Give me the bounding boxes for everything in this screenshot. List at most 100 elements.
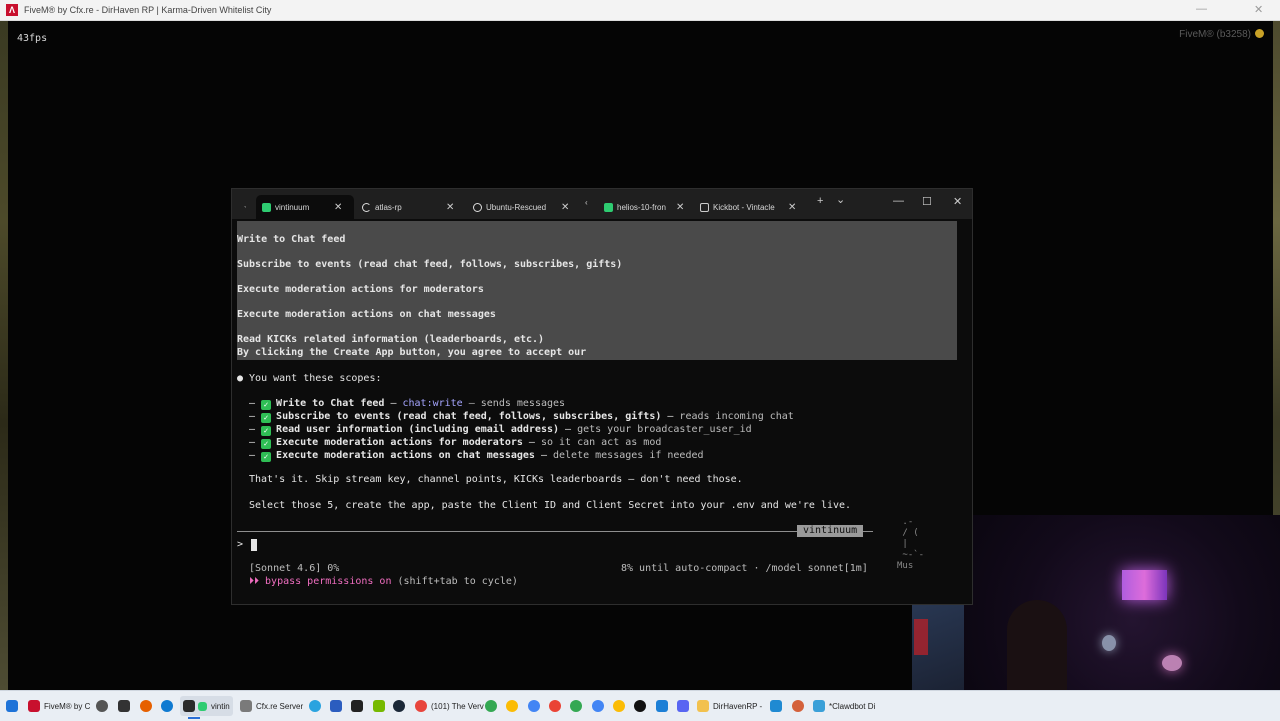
final-line: Select those 5, create the app, paste th… — [249, 500, 852, 511]
taskbar-item-cfx[interactable]: Cfx.re Server — [240, 696, 303, 716]
bypass-status[interactable]: ⏵⏵ bypass permissions on (shift+tab to c… — [249, 576, 518, 588]
taskbar-item-vscode[interactable] — [770, 696, 782, 716]
taskbar-label: *Clawdbot Di — [829, 701, 876, 711]
webcam-pc-glow — [1122, 570, 1167, 600]
taskbar-item-chrome[interactable] — [613, 696, 625, 716]
tab-divider-icon: ‹ — [585, 198, 588, 207]
chrome-icon — [570, 700, 582, 712]
terminal-window[interactable]: ˎ vintinuum ✕ atlas-rp ✕ Ubuntu-Rescued … — [231, 188, 973, 605]
scope-name: Read user information (including email a… — [276, 424, 560, 435]
scope-name: Subscribe to events (read chat feed, fol… — [276, 411, 662, 422]
tab-vintinuum[interactable]: vintinuum ✕ — [256, 195, 354, 219]
checkmark-icon: ✓ — [261, 426, 272, 436]
taskbar-item-chrome[interactable] — [528, 696, 540, 716]
taskbar-item-fivem[interactable]: FiveM® by C — [28, 696, 90, 716]
fps-counter: 43fps — [17, 33, 48, 44]
taskbar-item-chrome[interactable] — [485, 696, 497, 716]
scope-sep: — — [661, 411, 680, 422]
taskbar-item-chrome[interactable] — [549, 696, 561, 716]
settings-icon — [96, 700, 108, 712]
close-icon[interactable]: ✕ — [953, 195, 962, 208]
browser-icon — [140, 700, 152, 712]
taskbar-item-chrome[interactable] — [570, 696, 582, 716]
skip-line: That's it. Skip stream key, channel poin… — [249, 474, 743, 485]
taskbar-item-terminal[interactable]: vintin — [180, 696, 233, 719]
minimize-icon[interactable]: — — [1196, 3, 1207, 15]
taskbar-item-steam[interactable] — [393, 696, 405, 716]
tab-atlas-rp[interactable]: atlas-rp ✕ — [362, 195, 462, 219]
tab-helios[interactable]: helios-10-fron ✕ — [604, 195, 704, 219]
prompt-input[interactable] — [251, 539, 257, 551]
scope-desc: reads incoming chat — [679, 411, 794, 422]
gamepad-icon — [118, 700, 130, 712]
cfx-icon — [240, 700, 252, 712]
taskbar-item-chrome-verve[interactable]: (101) The Verv — [415, 696, 484, 716]
close-icon[interactable]: ✕ — [676, 202, 684, 213]
taskbar-item-openai[interactable] — [634, 696, 646, 716]
webcam-tv — [914, 619, 928, 655]
taskbar-item-chrome[interactable] — [592, 696, 604, 716]
tab-scroll-icon[interactable]: ˎ — [244, 199, 247, 208]
scope-item: – ✓ Write to Chat feed — chat:write — sen… — [249, 398, 566, 410]
scope-desc: delete messages if needed — [553, 450, 704, 461]
checkmark-icon: ✓ — [261, 439, 272, 449]
taskbar-item-browser[interactable] — [140, 696, 152, 716]
taskbar-item-chrome[interactable] — [506, 696, 518, 716]
taskbar-item-notepad[interactable]: *Clawdbot Di — [813, 696, 875, 716]
taskbar-label: vintin — [211, 701, 230, 711]
scope-sep: — — [522, 437, 541, 448]
taskbar-item-claude[interactable] — [792, 696, 804, 716]
start-button[interactable] — [6, 696, 18, 716]
taskbar-item-app[interactable] — [330, 696, 342, 716]
taskbar-item-edge[interactable] — [161, 696, 173, 716]
build-text: FiveM® (b3258) — [1179, 29, 1251, 40]
terminal-icon — [183, 700, 195, 712]
taskbar-item-discord[interactable] — [677, 696, 689, 716]
taskbar-item-settings[interactable] — [96, 696, 108, 716]
selected-line: Write to Chat feed — [237, 234, 346, 245]
cmd-icon — [351, 700, 363, 712]
app-icon — [330, 700, 342, 712]
edge-icon — [161, 700, 173, 712]
chrome-icon — [528, 700, 540, 712]
tab-label: Kickbot - Vintacle — [713, 202, 775, 212]
minimize-icon[interactable]: — — [893, 195, 904, 207]
close-icon[interactable]: ✕ — [561, 202, 569, 213]
close-icon[interactable]: ✕ — [446, 202, 454, 213]
bypass-label: bypass permissions on — [265, 576, 392, 587]
close-icon[interactable]: ✕ — [1254, 3, 1263, 16]
terminal-tabbar: ˎ vintinuum ✕ atlas-rp ✕ Ubuntu-Rescued … — [232, 189, 972, 219]
nvidia-icon — [373, 700, 385, 712]
maximize-icon[interactable]: ☐ — [922, 195, 932, 208]
telegram-icon — [309, 700, 321, 712]
session-badge: vintinuum — [797, 525, 864, 537]
discord-icon — [677, 700, 689, 712]
taskbar-item-gamepad[interactable] — [118, 696, 130, 716]
scope-sep: — — [534, 450, 553, 461]
tab-label: vintinuum — [275, 202, 310, 212]
close-icon[interactable]: ✕ — [788, 202, 796, 213]
tab-label: atlas-rp — [375, 202, 402, 212]
scope-name: Execute moderation actions on chat messa… — [276, 450, 535, 461]
bypass-prefix: ⏵⏵ — [249, 576, 266, 587]
bypass-hint: (shift+tab to cycle) — [391, 576, 518, 587]
chevron-down-icon[interactable]: ⌄ — [836, 193, 845, 206]
cmd-icon — [700, 202, 709, 212]
windows-start-icon — [6, 700, 18, 712]
taskbar-item-telegram[interactable] — [309, 696, 321, 716]
tab-ubuntu-rescued[interactable]: Ubuntu-Rescued ✕ — [473, 195, 573, 219]
ubuntu-icon — [473, 202, 482, 212]
taskbar-item-folder[interactable]: DirHavenRP - — [697, 696, 762, 716]
fivem-icon — [28, 700, 40, 712]
tab-kickbot[interactable]: Kickbot - Vintacle ✕ — [700, 195, 800, 219]
taskbar-label: Cfx.re Server — [256, 701, 304, 711]
taskbar-item-nvidia[interactable] — [373, 696, 385, 716]
notepad-icon — [813, 700, 825, 712]
terminal-output[interactable]: Write to Chat feed Subscribe to events (… — [232, 219, 972, 604]
close-icon[interactable]: ✕ — [334, 202, 342, 213]
taskbar-item-cmd[interactable] — [351, 696, 363, 716]
build-label: FiveM® (b3258) — [1179, 29, 1264, 40]
taskbar-item-app[interactable] — [656, 696, 668, 716]
chrome-icon — [549, 700, 561, 712]
new-tab-button[interactable]: + — [817, 195, 823, 207]
